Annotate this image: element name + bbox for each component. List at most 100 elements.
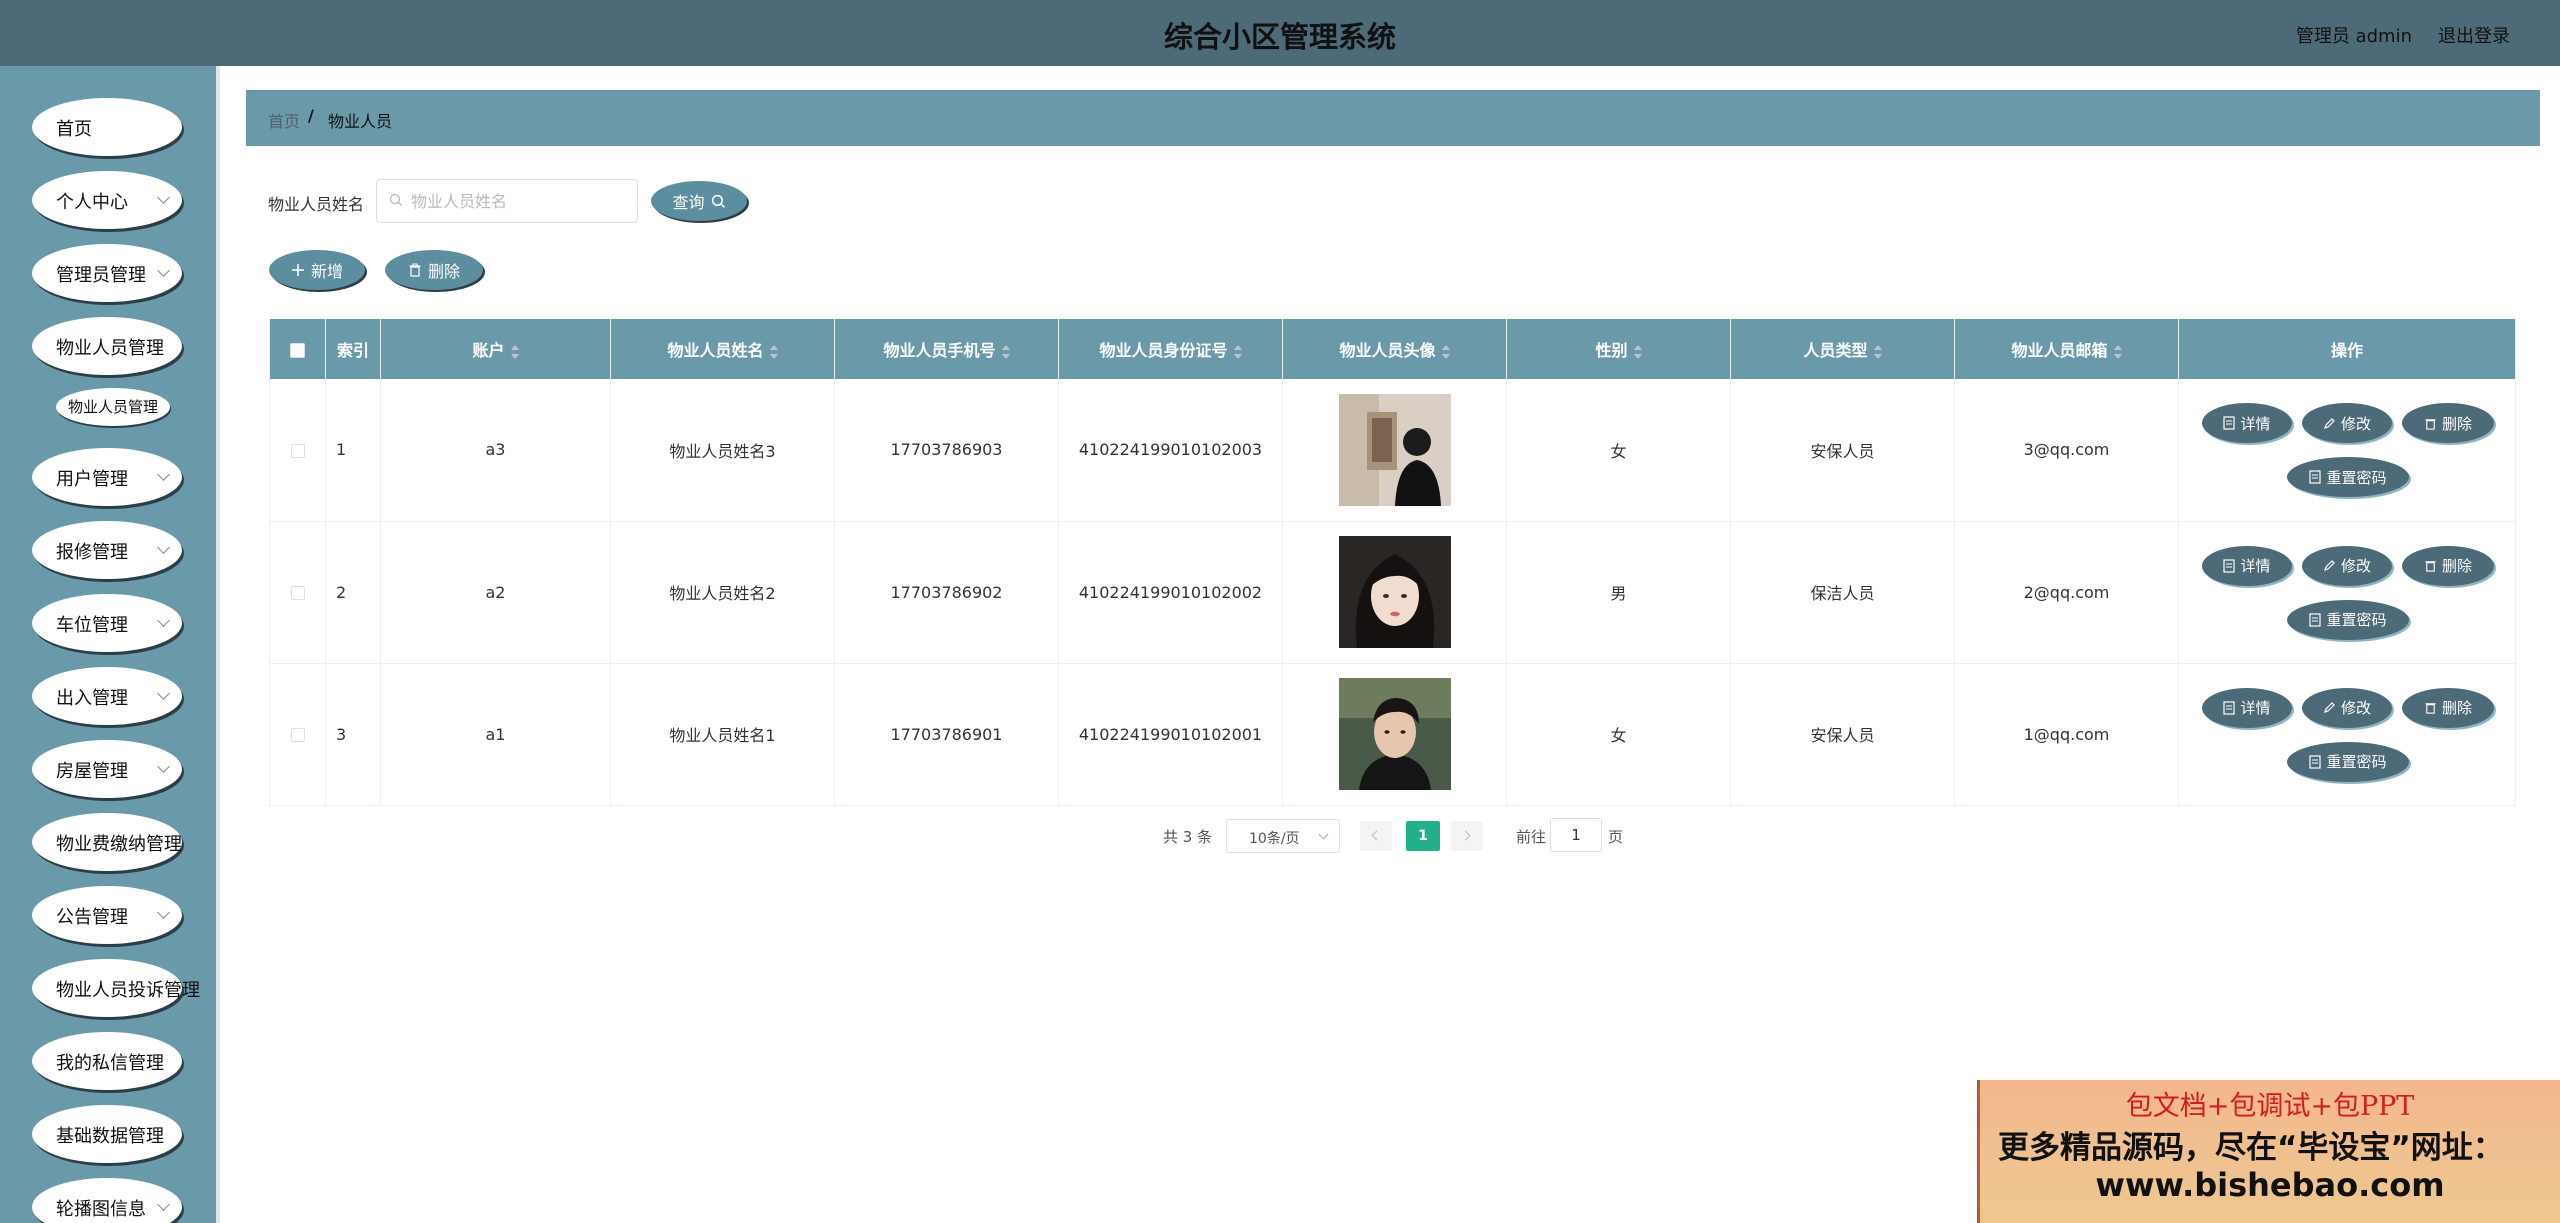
sort-icon[interactable]: [1441, 344, 1450, 359]
sidebar-item-access-management[interactable]: 出入管理: [32, 667, 182, 725]
batch-delete-button[interactable]: 删除: [385, 250, 483, 290]
cell-type: 保洁人员: [1730, 521, 1955, 664]
column-header[interactable]: 物业人员身份证号: [1058, 319, 1283, 379]
detail-button[interactable]: 详情: [2202, 545, 2292, 586]
promo-banner: 包文档+包调试+包PPT 更多精品源码，尽在“毕设宝”网址： www.bishe…: [1977, 1080, 2560, 1223]
plus-icon: [291, 264, 304, 276]
page-size-select[interactable]: 10条/页: [1226, 819, 1340, 853]
next-page-button[interactable]: [1451, 821, 1483, 851]
sidebar-item-label: 出入管理: [56, 688, 128, 709]
sidebar-item-message-management[interactable]: 我的私信管理: [32, 1032, 182, 1090]
sidebar-subitem-staff-management[interactable]: 物业人员管理: [56, 388, 170, 426]
logout-link[interactable]: 退出登录: [2438, 22, 2510, 48]
reset-password-button-label: 重置密码: [2326, 611, 2387, 629]
sort-icon[interactable]: [1001, 344, 1010, 359]
row-checkbox[interactable]: [290, 443, 305, 458]
sort-icon[interactable]: [1633, 344, 1642, 359]
column-header[interactable]: 物业人员姓名: [610, 319, 835, 379]
cell-phone: 17703786902: [834, 521, 1059, 664]
breadcrumb: 首页 / 物业人员: [246, 90, 2540, 146]
column-header: 操作: [2178, 319, 2516, 379]
sidebar-item-personal-center[interactable]: 个人中心: [32, 171, 182, 229]
column-header-label: 人员类型: [1803, 341, 1868, 360]
cell-email: 3@qq.com: [1954, 379, 2179, 522]
goto-page-input[interactable]: [1550, 818, 1602, 852]
column-header-label: 账户: [472, 341, 505, 360]
detail-button[interactable]: 详情: [2202, 403, 2292, 443]
sidebar: 首页 个人中心 管理员管理 物业人员管理 物业人员管理 用户管理 报修管理 车位…: [0, 66, 220, 1223]
avatar-image[interactable]: [1338, 678, 1451, 790]
edit-button[interactable]: 修改: [2302, 545, 2392, 586]
sidebar-item-parking-management[interactable]: 车位管理: [32, 594, 182, 652]
banner-line-2: 更多精品源码，尽在“毕设宝”网址：: [1998, 1130, 2504, 1166]
column-header-label: 物业人员邮箱: [2011, 341, 2108, 360]
column-header[interactable]: 性别: [1506, 319, 1731, 379]
sidebar-item-carousel-info[interactable]: 轮播图信息: [32, 1178, 182, 1223]
cell-gender: 女: [1506, 663, 1731, 806]
edit-button-label: 修改: [2340, 699, 2371, 717]
row-checkbox[interactable]: [290, 728, 305, 742]
sidebar-item-label: 个人中心: [56, 192, 128, 213]
cell-avatar: [1282, 663, 1507, 806]
chevron-down-icon: [157, 468, 170, 481]
reset-password-button-label: 重置密码: [2326, 468, 2387, 487]
cell-gender: 男: [1506, 521, 1731, 664]
sort-icon[interactable]: [1233, 344, 1242, 359]
sidebar-item-house-management[interactable]: 房屋管理: [32, 740, 182, 798]
sort-icon[interactable]: [769, 344, 778, 359]
column-header-label: 性别: [1595, 341, 1628, 360]
sort-icon[interactable]: [1873, 344, 1882, 359]
avatar-image[interactable]: [1338, 393, 1451, 506]
breadcrumb-home-link[interactable]: 首页: [268, 108, 300, 132]
goto-label: 前往: [1516, 828, 1547, 846]
sort-icon[interactable]: [2113, 344, 2122, 359]
delete-button-label: 删除: [2441, 414, 2472, 433]
sort-icon[interactable]: [510, 344, 519, 359]
cell-avatar: [1282, 379, 1507, 522]
document-icon: [2223, 700, 2236, 715]
sidebar-item-label: 基础数据管理: [56, 1126, 164, 1147]
column-header[interactable]: 物业人员邮箱: [1954, 319, 2179, 379]
sidebar-item-label: 我的私信管理: [56, 1053, 164, 1074]
delete-button[interactable]: 删除: [2402, 545, 2494, 586]
sidebar-item-admin-management[interactable]: 管理员管理: [32, 244, 182, 302]
row-checkbox[interactable]: [290, 586, 305, 600]
query-button[interactable]: 查询: [651, 181, 747, 221]
cell-phone: 17703786901: [834, 663, 1059, 806]
search-icon: [389, 193, 402, 206]
avatar-image[interactable]: [1338, 536, 1451, 648]
column-header[interactable]: 账户: [380, 319, 611, 379]
column-header-label: 物业人员身份证号: [1099, 341, 1228, 360]
sidebar-item-basic-data-management[interactable]: 基础数据管理: [32, 1105, 182, 1163]
select-all-checkbox[interactable]: [290, 342, 305, 358]
add-button[interactable]: 新增: [269, 250, 365, 290]
delete-button[interactable]: 删除: [2402, 403, 2494, 443]
reset-password-button[interactable]: 重置密码: [2287, 741, 2409, 782]
delete-button[interactable]: 删除: [2402, 687, 2494, 728]
banner-line-1: 包文档+包调试+包PPT: [2125, 1091, 2415, 1122]
search-input[interactable]: [411, 180, 631, 222]
reset-password-button[interactable]: 重置密码: [2287, 457, 2409, 497]
column-header[interactable]: 人员类型: [1730, 319, 1955, 379]
column-header[interactable]: 物业人员手机号: [834, 319, 1059, 379]
sidebar-item-complaint-management[interactable]: 物业人员投诉管理: [32, 959, 200, 1017]
trash-icon: [409, 263, 421, 277]
sidebar-item-fee-management[interactable]: 物业费缴纳管理: [32, 813, 182, 871]
sidebar-item-notice-management[interactable]: 公告管理: [32, 886, 182, 944]
sidebar-item-user-management[interactable]: 用户管理: [32, 448, 182, 506]
edit-button[interactable]: 修改: [2302, 403, 2392, 443]
detail-button[interactable]: 详情: [2202, 687, 2292, 728]
chevron-down-icon: [157, 760, 170, 773]
sidebar-item-home[interactable]: 首页: [32, 98, 182, 156]
prev-page-button[interactable]: [1360, 821, 1392, 851]
chevron-down-icon: [157, 1198, 170, 1211]
sidebar-item-repair-management[interactable]: 报修管理: [32, 521, 182, 579]
search-icon: [711, 194, 725, 208]
sidebar-item-staff-management[interactable]: 物业人员管理: [32, 317, 182, 375]
reset-password-button[interactable]: 重置密码: [2287, 599, 2409, 640]
column-header[interactable]: 物业人员头像: [1282, 319, 1507, 379]
sidebar-item-label: 首页: [56, 119, 92, 140]
page-number-current[interactable]: 1: [1406, 821, 1440, 851]
breadcrumb-separator: /: [308, 106, 314, 125]
edit-button[interactable]: 修改: [2302, 687, 2392, 728]
